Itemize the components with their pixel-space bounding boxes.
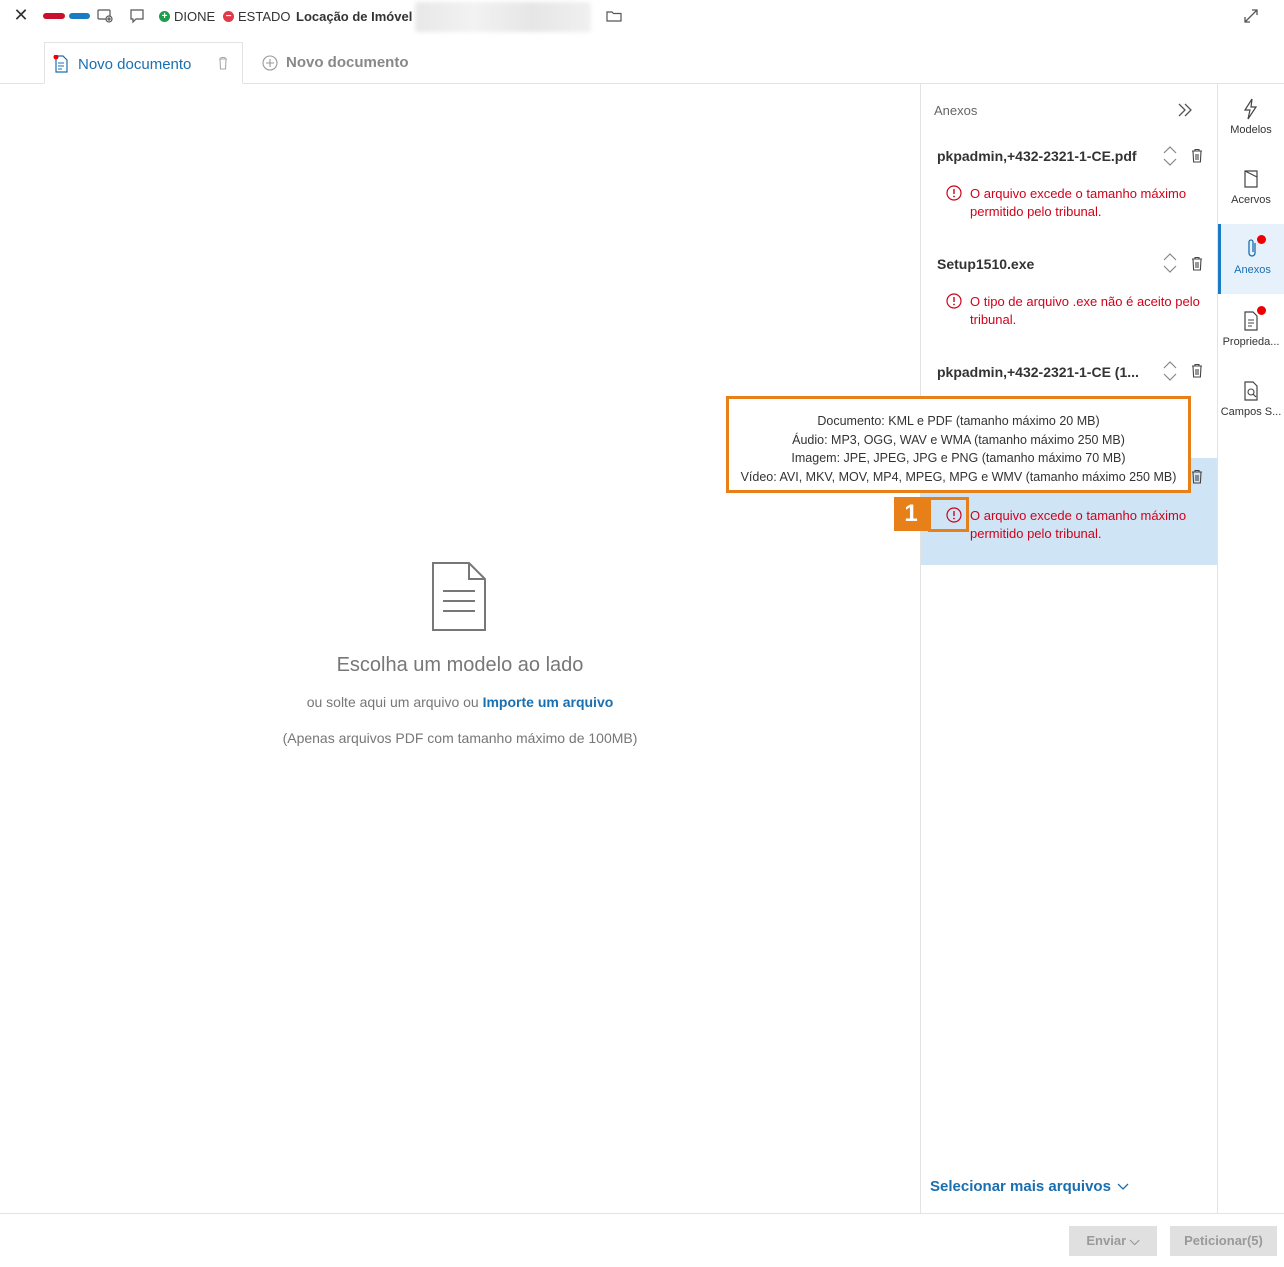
rail-label: Acervos (1231, 194, 1271, 206)
attachment-name: pkpadmin,+432-2321-1-CE (1... (937, 364, 1139, 380)
collapse-panel-icon[interactable] (1176, 101, 1194, 119)
rail-label: Proprieda... (1222, 336, 1280, 348)
close-icon[interactable]: ✕ (12, 6, 30, 24)
right-rail: Modelos Acervos Anexos Proprieda... Camp… (1218, 84, 1284, 1213)
tooltip-line-document: Documento: KML e PDF (tamanho máximo 20 … (817, 414, 1100, 428)
party-color-blue (69, 13, 90, 19)
rail-item-propriedades[interactable]: Proprieda... (1218, 310, 1284, 380)
send-label: Enviar (1086, 1233, 1127, 1248)
notification-dot (1257, 235, 1266, 244)
empty-state-subtitle: ou solte aqui um arquivo ou Importe um a… (0, 694, 920, 710)
expand-icon[interactable] (1242, 7, 1260, 25)
screen-settings-icon[interactable] (96, 7, 114, 25)
document-search-icon (1244, 381, 1258, 401)
more-files-label: Selecionar mais arquivos (930, 1178, 1111, 1195)
reorder-icon[interactable] (1161, 144, 1179, 168)
rail-label: Anexos (1234, 264, 1271, 276)
trash-icon[interactable] (217, 56, 229, 70)
trash-icon[interactable] (1190, 256, 1204, 272)
minus-icon: − (223, 11, 234, 22)
rail-label: Campos S... (1220, 406, 1282, 418)
tooltip-line-video: Vídeo: AVI, MKV, MOV, MP4, MPEG, MPG e W… (740, 469, 1177, 484)
tab-novo-documento[interactable]: Novo documento (44, 42, 243, 84)
petition-button[interactable]: Peticionar(5) (1170, 1226, 1277, 1256)
trash-icon[interactable] (1190, 148, 1204, 164)
callout-number: 1 (894, 497, 928, 531)
attachment-name: pkpadmin,+432-2321-1-CE.pdf (937, 148, 1137, 164)
folder-icon[interactable] (605, 7, 623, 25)
case-title: Locação de Imóvel (296, 9, 413, 24)
plus-circle-icon (262, 54, 278, 71)
document-icon (53, 55, 68, 73)
file-types-tooltip: Documento: KML e PDF (tamanho máximo 20 … (726, 396, 1191, 493)
plus-icon: + (159, 11, 170, 22)
attachment-error: O arquivo excede o tamanho máximo permit… (970, 186, 1187, 219)
tooltip-line-audio: Áudio: MP3, OGG, WAV e WMA (tamanho máxi… (792, 432, 1125, 447)
select-more-files-button[interactable]: Selecionar mais arquivos (930, 1178, 1129, 1195)
top-bar: ✕ + DIONE − ESTADO Locação de Imóvel (0, 0, 1284, 34)
rail-item-anexos[interactable]: Anexos (1218, 224, 1284, 294)
error-icon[interactable] (946, 185, 962, 201)
document-icon (432, 562, 486, 631)
callout-highlight-box (928, 497, 969, 532)
rail-label: Modelos (1230, 124, 1272, 136)
new-tab-label: Novo documento (286, 54, 409, 71)
lightning-icon (1243, 98, 1258, 120)
send-button[interactable]: Enviar ⌵ (1069, 1226, 1157, 1256)
reorder-icon[interactable] (1161, 359, 1179, 383)
error-icon[interactable] (946, 293, 962, 309)
panel-title: Anexos (934, 103, 978, 118)
tab-label: Novo documento (78, 56, 192, 73)
archive-icon (1244, 170, 1258, 188)
document-drop-area[interactable] (0, 84, 920, 1213)
empty-state-title: Escolha um modelo ao lado (336, 654, 584, 676)
attachment-error: O arquivo excede o tamanho máximo permit… (970, 508, 1187, 541)
trash-icon[interactable] (1190, 469, 1204, 485)
redacted-case-number (415, 2, 591, 32)
rail-item-campos[interactable]: Campos S... (1218, 380, 1284, 450)
attachment-error: O tipo de arquivo .exe não é aceito pelo… (970, 294, 1200, 327)
chevron-down-icon (1117, 1183, 1129, 1190)
new-document-tab-button[interactable]: Novo documento (262, 54, 409, 71)
import-file-link[interactable]: Importe um arquivo (483, 694, 614, 710)
reorder-icon[interactable] (1161, 251, 1179, 275)
party-2-label: ESTADO (238, 9, 291, 24)
chat-icon[interactable] (128, 7, 146, 25)
attachment-name: Setup1510.exe (937, 256, 1035, 272)
drop-hint: ou solte aqui um arquivo ou (306, 694, 483, 710)
party-status-1: + DIONE (159, 9, 215, 24)
document-tabs: Novo documento Novo documento (0, 34, 1284, 84)
notification-dot (1257, 306, 1266, 315)
party-1-label: DIONE (174, 9, 216, 24)
party-status-2: − ESTADO (223, 9, 291, 24)
party-color-red (43, 13, 65, 19)
rail-item-modelos[interactable]: Modelos (1218, 98, 1284, 168)
file-type-note: (Apenas arquivos PDF com tamanho máximo … (282, 730, 638, 746)
trash-icon[interactable] (1190, 363, 1204, 379)
tooltip-line-image: Imagem: JPE, JPEG, JPG e PNG (tamanho má… (791, 451, 1126, 465)
